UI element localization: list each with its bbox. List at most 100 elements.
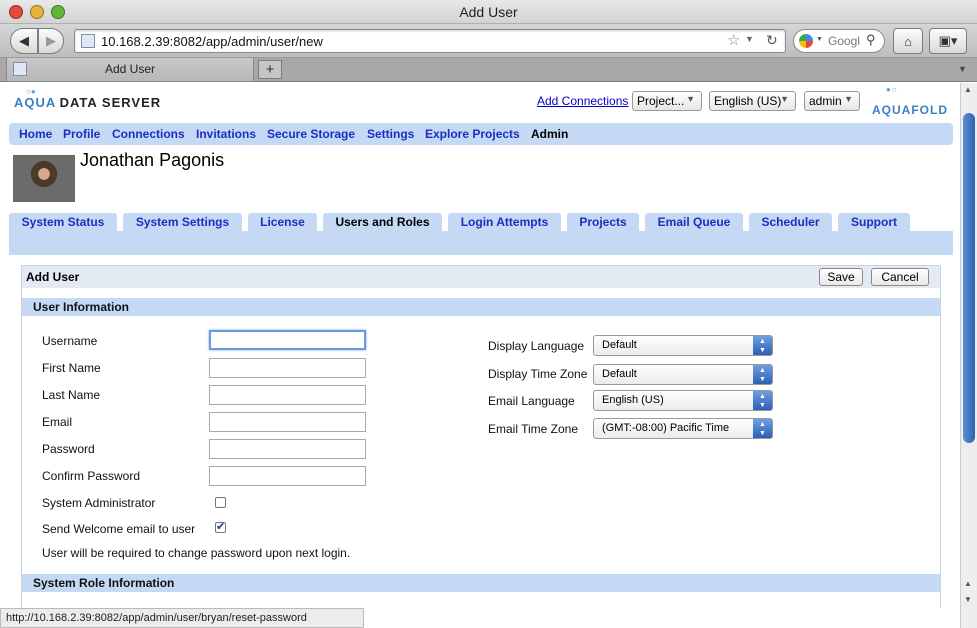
browser-toolbar: ◀ ▶ 10.168.2.39:8082/app/admin/user/new … — [0, 24, 977, 58]
address-bar[interactable]: 10.168.2.39:8082/app/admin/user/new ☆ ▼ … — [74, 29, 786, 53]
password-label: Password — [42, 442, 95, 456]
nav-home[interactable]: Home — [19, 127, 52, 141]
tab-users-and-roles[interactable]: Users and Roles — [323, 213, 442, 231]
home-icon: ⌂ — [904, 33, 912, 49]
select-updown-icon: ▲ ▼ — [753, 336, 772, 355]
forward-button[interactable]: ▶ — [38, 28, 64, 54]
nav-explore-projects[interactable]: Explore Projects — [425, 127, 520, 141]
scroll-thumb[interactable] — [963, 113, 975, 443]
back-arrow-icon: ◀ — [19, 33, 29, 48]
scroll-up-icon[interactable]: ▲ — [964, 85, 972, 94]
nav-profile[interactable]: Profile — [63, 127, 100, 141]
email-time-zone-select[interactable]: (GMT:-08:00) Pacific Time ▲ ▼ — [593, 418, 773, 439]
tab-system-settings[interactable]: System Settings — [123, 213, 242, 231]
email-language-label: Email Language — [488, 394, 575, 408]
chevron-down-icon: ▼ — [844, 94, 853, 104]
tab-license[interactable]: License — [248, 213, 317, 231]
display-language-label: Display Language — [488, 339, 585, 353]
reload-icon[interactable]: ↻ — [766, 32, 778, 49]
user-information-section: User Information — [22, 298, 940, 316]
user-menu-select[interactable]: admin ▼ — [804, 91, 860, 111]
send-welcome-email-checkbox[interactable]: ✔ — [215, 522, 226, 533]
last-name-input[interactable] — [209, 385, 366, 405]
add-user-panel: Add User Save Cancel User Information Us… — [21, 265, 941, 608]
nav-secure-storage[interactable]: Secure Storage — [267, 127, 355, 141]
username-input[interactable] — [209, 330, 366, 350]
back-button[interactable]: ◀ — [10, 28, 38, 54]
avatar — [13, 155, 75, 202]
select-updown-icon: ▲ ▼ — [753, 419, 772, 438]
email-input[interactable] — [209, 412, 366, 432]
send-welcome-email-label: Send Welcome email to user — [42, 522, 196, 536]
save-button[interactable]: Save — [819, 268, 863, 286]
select-updown-icon: ▲ ▼ — [753, 365, 772, 384]
page-favicon-icon — [81, 34, 95, 48]
confirm-password-input[interactable] — [209, 466, 366, 486]
tab-scheduler[interactable]: Scheduler — [749, 213, 832, 231]
bookmark-star-icon[interactable]: ☆ — [727, 31, 740, 49]
history-dropdown-icon[interactable]: ▼ — [745, 34, 754, 44]
email-time-zone-label: Email Time Zone — [488, 422, 579, 436]
bookmarks-icon: ▣▾ — [938, 33, 958, 48]
window-title: Add User — [459, 4, 518, 20]
panel-header: Add User Save Cancel — [22, 266, 940, 288]
new-tab-button[interactable]: + — [258, 60, 282, 79]
scroll-down-icon[interactable]: ▼ — [964, 595, 972, 604]
chevron-down-icon: ▼ — [686, 94, 695, 104]
project-select[interactable]: Project... ▼ — [632, 91, 702, 111]
browser-tab-add-user[interactable]: Add User — [6, 58, 254, 82]
url-text: 10.168.2.39:8082/app/admin/user/new — [101, 34, 323, 49]
search-magnifier-icon[interactable]: ⚲ — [866, 32, 876, 48]
search-field[interactable]: ▼ Googl ⚲ — [793, 29, 885, 53]
page-content: ○● AQUA DATA SERVER Add Connections Proj… — [0, 83, 960, 608]
browser-tab-label: Add User — [104, 62, 156, 76]
browser-tabstrip: Add User + ▼ — [0, 58, 977, 82]
confirm-password-label: Confirm Password — [42, 469, 141, 483]
search-engine-dropdown-icon[interactable]: ▼ — [816, 36, 823, 43]
bookmarks-menu-button[interactable]: ▣▾ — [929, 28, 967, 54]
aquafold-logo[interactable]: ●○ AQUAFOLD — [872, 85, 948, 117]
scroll-up-icon[interactable]: ▲ — [964, 579, 972, 588]
nav-invitations[interactable]: Invitations — [196, 127, 256, 141]
nav-connections[interactable]: Connections — [112, 127, 185, 141]
bubbles-icon: ○● — [26, 87, 36, 96]
home-button[interactable]: ⌂ — [893, 28, 923, 54]
tab-projects[interactable]: Projects — [567, 213, 639, 231]
email-label: Email — [42, 415, 73, 429]
first-name-input[interactable] — [209, 358, 366, 378]
cancel-button[interactable]: Cancel — [871, 268, 929, 286]
tab-email-queue[interactable]: Email Queue — [645, 213, 743, 231]
google-icon — [799, 34, 813, 48]
last-name-label: Last Name — [42, 388, 101, 402]
window-titlebar: Add User — [0, 0, 977, 24]
add-connections-link[interactable]: Add Connections — [537, 94, 628, 108]
display-language-select[interactable]: Default ▲ ▼ — [593, 335, 773, 356]
nav-admin[interactable]: Admin — [531, 127, 568, 141]
system-administrator-label: System Administrator — [42, 496, 156, 510]
forward-arrow-icon: ▶ — [46, 33, 56, 48]
email-language-select[interactable]: English (US) ▲ ▼ — [593, 390, 773, 411]
page-scrollbar[interactable]: ▲ ▲ ▼ — [960, 83, 977, 628]
checkmark-icon: ✔ — [216, 521, 226, 533]
section-title: System Role Information — [33, 576, 175, 590]
panel-title: Add User — [26, 270, 80, 284]
user-name: Jonathan Pagonis — [80, 150, 225, 170]
aqua-data-server-logo[interactable]: ○● AQUA DATA SERVER — [14, 87, 161, 110]
system-administrator-checkbox[interactable] — [215, 497, 226, 508]
username-label: Username — [42, 334, 98, 348]
tab-overflow-icon[interactable]: ▼ — [958, 64, 967, 74]
password-input[interactable] — [209, 439, 366, 459]
first-name-label: First Name — [42, 361, 101, 375]
status-bar-url: http://10.168.2.39:8082/app/admin/user/b… — [0, 608, 364, 628]
language-select[interactable]: English (US) ▼ — [709, 91, 796, 111]
select-updown-icon: ▲ ▼ — [753, 391, 772, 410]
tab-login-attempts[interactable]: Login Attempts — [448, 213, 561, 231]
system-role-information-section: System Role Information — [22, 574, 940, 592]
tab-support[interactable]: Support — [838, 213, 910, 231]
nav-settings[interactable]: Settings — [367, 127, 414, 141]
tab-system-status[interactable]: System Status — [9, 213, 117, 231]
display-time-zone-select[interactable]: Default ▲ ▼ — [593, 364, 773, 385]
display-time-zone-label: Display Time Zone — [488, 367, 588, 381]
search-placeholder: Googl — [828, 34, 861, 48]
main-navigation: Home Profile Connections Invitations Sec… — [9, 123, 953, 145]
